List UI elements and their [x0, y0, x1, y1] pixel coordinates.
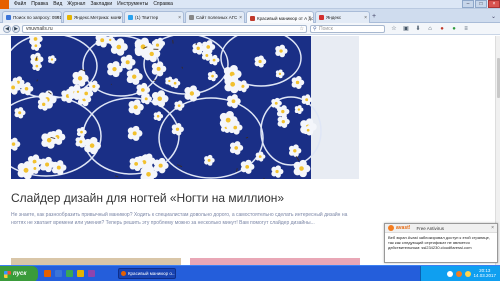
avast-header: avast! Free Antivirus ×: [385, 224, 497, 233]
menu-icon[interactable]: ≡: [462, 25, 470, 33]
tab-yandex-metrika[interactable]: Яндекс.Метрика: мониторинг ×: [63, 11, 123, 23]
menu-bar: Файл Правка Вид Журнал Закладки Инструме…: [0, 0, 500, 9]
clock-date: 14.03.2017: [473, 273, 496, 278]
extension-green-icon[interactable]: ●: [450, 25, 458, 33]
tab-ags[interactable]: Сайт полезных АГС ×: [185, 11, 245, 23]
url-text: vnuvnails.ru: [26, 26, 53, 32]
tab-label: (1) Твиттер: [135, 15, 159, 20]
tab-favicon-icon: [128, 15, 133, 20]
download-icon[interactable]: ⬇: [414, 25, 422, 33]
tray-network-icon[interactable]: [447, 271, 453, 277]
tab-label: Красивый маникюр от А до Я: [257, 15, 313, 21]
tab-label: Яндекс: [326, 15, 342, 20]
tab-yandex[interactable]: Яндекс ×: [315, 11, 370, 23]
bookmark-star-icon[interactable]: ☆: [300, 26, 304, 32]
menu-edit[interactable]: Правка: [31, 1, 48, 7]
menu-tools[interactable]: Инструменты: [117, 1, 148, 7]
avast-notification: avast! Free Antivirus × Веб экран Avast …: [384, 223, 498, 263]
avast-brand: avast!: [396, 225, 411, 231]
nail-pattern-image: [11, 36, 359, 179]
quicklaunch-app-icon[interactable]: [88, 270, 95, 277]
address-bar[interactable]: vnuvnails.ru ☆: [22, 25, 307, 33]
tab-favicon-icon: [189, 15, 194, 20]
menu-help[interactable]: Справка: [153, 1, 173, 7]
tab-label: Поиск по запросу: 05911: [13, 15, 61, 20]
tab-list-icon[interactable]: ⌄: [491, 13, 496, 20]
back-button[interactable]: ◀: [3, 25, 11, 33]
popup-close-icon[interactable]: ×: [491, 225, 494, 231]
nail-slider-image[interactable]: [11, 36, 359, 179]
quicklaunch-firefox-icon[interactable]: [44, 270, 51, 277]
home-icon[interactable]: ⌂: [426, 25, 434, 33]
quicklaunch-app-icon[interactable]: [66, 270, 73, 277]
maximize-button[interactable]: □: [475, 0, 487, 8]
tab-close-icon[interactable]: ×: [239, 15, 242, 21]
navigation-bar: ◀ ▶ vnuvnails.ru ☆ ⚲ Поиск ☆ ▣ ⬇ ⌂ ● ● ≡: [0, 23, 500, 35]
extension-red-icon[interactable]: ●: [438, 25, 446, 33]
tab-label: Сайт полезных АГС: [196, 15, 238, 20]
tab-label: Яндекс.Метрика: мониторинг: [74, 15, 122, 20]
tab-bar: Поиск по запросу: 05911 × Яндекс.Метрика…: [0, 9, 500, 24]
search-icon: ⚲: [313, 26, 317, 32]
tab-close-icon[interactable]: ×: [56, 15, 59, 21]
window-controls: – □ ×: [461, 0, 500, 9]
article-thumbnail[interactable]: [11, 258, 181, 265]
firefox-icon: [121, 271, 126, 276]
new-tab-button[interactable]: +: [372, 13, 376, 20]
quicklaunch-ie-icon[interactable]: [55, 270, 62, 277]
tray-clock[interactable]: 20:13 14.03.2017: [473, 268, 496, 278]
tray-avast-icon[interactable]: [456, 271, 462, 277]
toolbar-icons: ☆ ▣ ⬇ ⌂ ● ● ≡: [390, 25, 474, 33]
avast-message: Веб экран Avast заблокировал доступ к эт…: [388, 235, 491, 250]
taskbar: пуск Красивый маникюр о... 20:13 14.03.2…: [0, 265, 500, 281]
menu-view[interactable]: Вид: [53, 1, 62, 7]
tab-twitter[interactable]: (1) Твиттер ×: [124, 11, 184, 23]
minimize-button[interactable]: –: [462, 0, 474, 8]
forward-button[interactable]: ▶: [12, 25, 20, 33]
system-tray: 20:13 14.03.2017: [420, 266, 500, 281]
tab-close-icon[interactable]: ×: [117, 15, 120, 21]
tray-volume-icon[interactable]: [465, 271, 471, 277]
article-excerpt: Не знаете, как разнообразить привычный м…: [11, 212, 348, 226]
close-button[interactable]: ×: [488, 0, 500, 8]
taskbar-window-label: Красивый маникюр о...: [127, 271, 175, 276]
reader-icon[interactable]: ▣: [402, 25, 410, 33]
avast-logo-icon: [388, 225, 394, 231]
bookmarks-star-icon[interactable]: ☆: [390, 25, 398, 33]
start-label: пуск: [13, 271, 27, 277]
menu-bookmarks[interactable]: Закладки: [90, 1, 112, 7]
menu-file[interactable]: Файл: [14, 1, 26, 7]
taskbar-firefox-window[interactable]: Красивый маникюр о...: [118, 268, 176, 279]
tab-search[interactable]: Поиск по запросу: 05911 ×: [2, 11, 62, 23]
start-button[interactable]: пуск: [0, 266, 38, 281]
windows-logo-icon: [4, 270, 11, 278]
article-thumbnail[interactable]: [190, 258, 360, 265]
search-input[interactable]: ⚲ Поиск: [310, 25, 385, 33]
tab-favicon-icon: [6, 15, 11, 20]
tab-favicon-icon: [67, 15, 72, 20]
tab-favicon-icon: [250, 15, 255, 21]
menu-history[interactable]: Журнал: [67, 1, 85, 7]
search-placeholder: Поиск: [319, 26, 333, 32]
firefox-logo-icon[interactable]: [0, 0, 9, 9]
tab-close-icon[interactable]: ×: [178, 15, 181, 21]
tab-close-icon[interactable]: ×: [364, 15, 367, 21]
tab-close-icon[interactable]: ×: [308, 15, 311, 21]
avast-title: Free Antivirus: [416, 225, 444, 231]
quicklaunch-folder-icon[interactable]: [77, 270, 84, 277]
tab-favicon-icon: [319, 15, 324, 20]
article-title[interactable]: Слайдер дизайн для ногтей «Ногти на милл…: [11, 191, 284, 205]
